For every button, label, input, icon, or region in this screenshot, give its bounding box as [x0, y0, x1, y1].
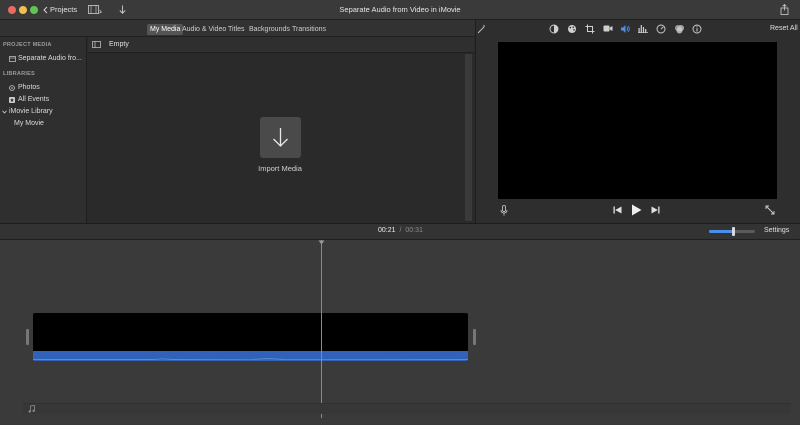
reset-all-button[interactable]: Reset All: [770, 25, 798, 32]
skip-forward-icon: [651, 206, 660, 214]
photos-icon: [9, 84, 15, 91]
skip-back-icon: [613, 206, 622, 214]
libraries-heading: LIBRARIES: [3, 71, 35, 77]
tab-audio-video[interactable]: Audio & Video: [179, 24, 229, 35]
tab-transitions[interactable]: Transitions: [289, 24, 329, 35]
browser-scrollbar[interactable]: [465, 54, 472, 221]
clip-left-trim-handle[interactable]: [26, 329, 29, 345]
sidebar-item-project-label: Separate Audio fro...: [18, 55, 82, 62]
libraries-sidebar: [0, 37, 87, 223]
skip-forward-button[interactable]: [651, 206, 660, 214]
magic-wand-button[interactable]: [477, 24, 487, 34]
total-time: 00:31: [405, 227, 423, 234]
sidebar-item-all-events[interactable]: All Events: [9, 96, 49, 103]
color-balance-button[interactable]: [549, 24, 561, 36]
clip-right-trim-handle[interactable]: [473, 329, 476, 345]
speedometer-icon: [656, 24, 668, 34]
share-button[interactable]: [780, 4, 789, 15]
project-media-heading: PROJECT MEDIA: [3, 42, 52, 48]
browser-header: [88, 37, 474, 53]
timecode-display: 00:21 / 00:31: [378, 227, 423, 234]
info-icon: [692, 24, 704, 34]
sidebar-item-imovie-library-label: iMovie Library: [9, 108, 53, 115]
import-media-button[interactable]: [260, 117, 301, 158]
voiceover-button[interactable]: [500, 205, 508, 216]
video-camera-icon: [603, 24, 615, 33]
noise-reduction-button[interactable]: [638, 24, 650, 36]
color-balance-icon: [549, 24, 561, 34]
zoom-slider-knob[interactable]: [732, 227, 735, 236]
import-arrow-down-icon: [272, 127, 289, 148]
sidebar-toggle-icon: [92, 41, 101, 48]
sidebar-item-imovie-library[interactable]: iMovie Library: [2, 108, 53, 115]
crop-button[interactable]: [585, 24, 597, 36]
palette-icon: [567, 24, 579, 34]
tab-titles[interactable]: Titles: [225, 24, 247, 35]
viewer-screen: [498, 42, 777, 199]
filter-icon: [674, 24, 686, 34]
skip-back-button[interactable]: [613, 206, 622, 214]
tab-my-media[interactable]: My Media: [147, 24, 184, 35]
audio-clip[interactable]: [33, 351, 468, 361]
sidebar-item-photos[interactable]: Photos: [9, 84, 40, 91]
background-music-track[interactable]: [23, 403, 791, 414]
share-icon: [780, 4, 789, 15]
fullscreen-button[interactable]: [765, 205, 775, 215]
equalizer-icon: [638, 24, 650, 33]
play-icon: [631, 204, 642, 216]
star-icon: [9, 96, 15, 103]
microphone-icon: [500, 205, 508, 216]
browser-filter-popup[interactable]: Empty: [109, 41, 129, 48]
current-time: 00:21: [378, 227, 396, 234]
tab-backgrounds[interactable]: Backgrounds: [246, 24, 293, 35]
magic-wand-icon: [477, 24, 487, 34]
expand-arrows-icon: [765, 205, 775, 215]
clip-filter-button[interactable]: [674, 24, 686, 36]
chevron-down-icon: [2, 110, 7, 114]
window-title: Separate Audio from Video in iMovie: [339, 5, 461, 14]
import-media-label: Import Media: [258, 164, 302, 173]
speaker-icon: [620, 24, 632, 34]
volume-button[interactable]: [620, 24, 632, 36]
music-note-icon: [28, 405, 35, 413]
project-icon: [9, 55, 16, 62]
crop-icon: [585, 24, 597, 34]
play-button[interactable]: [631, 204, 642, 216]
clip-info-button[interactable]: [692, 24, 704, 36]
audio-waveform: [33, 358, 468, 360]
sidebar-item-my-movie[interactable]: My Movie: [14, 120, 44, 127]
time-separator: /: [399, 227, 402, 234]
stabilization-button[interactable]: [603, 24, 615, 36]
timeline-settings-button[interactable]: Settings: [764, 227, 789, 234]
timeline-zoom-slider[interactable]: [709, 227, 755, 236]
playhead[interactable]: [321, 240, 322, 418]
sidebar-item-photos-label: Photos: [18, 84, 40, 91]
sidebar-item-project[interactable]: Separate Audio fro...: [9, 55, 82, 62]
color-correction-button[interactable]: [567, 24, 579, 36]
zoom-slider-fill: [709, 230, 733, 233]
video-clip[interactable]: [33, 313, 468, 351]
playhead-marker[interactable]: [318, 240, 325, 245]
sidebar-toggle-button[interactable]: [92, 41, 101, 48]
speed-button[interactable]: [656, 24, 668, 36]
sidebar-item-all-events-label: All Events: [18, 96, 50, 103]
